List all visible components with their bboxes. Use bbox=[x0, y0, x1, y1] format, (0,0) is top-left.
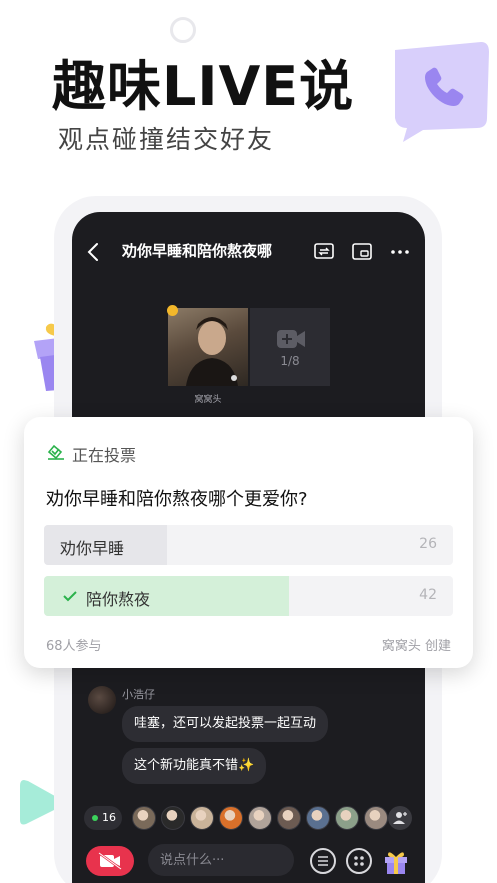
poll-option-votes: 26 bbox=[419, 536, 437, 552]
menu-button[interactable] bbox=[310, 848, 336, 874]
audience-avatar[interactable] bbox=[190, 806, 214, 830]
host-video-seat[interactable] bbox=[168, 308, 248, 386]
audience-avatar[interactable] bbox=[132, 806, 156, 830]
poll-option-label: 陪你熬夜 bbox=[86, 590, 151, 609]
camera-off-button[interactable] bbox=[86, 846, 134, 876]
phone-bubble-icon bbox=[395, 42, 489, 142]
more-options-icon[interactable] bbox=[388, 240, 412, 264]
poll-status: 正在投票 bbox=[46, 441, 136, 465]
audience-avatar[interactable] bbox=[248, 806, 272, 830]
back-arrow-icon[interactable] bbox=[82, 238, 106, 266]
chat-message: 哇塞，还可以发起投票一起互动 bbox=[122, 706, 329, 742]
poll-option[interactable]: 劝你早睡 26 bbox=[44, 525, 453, 565]
audience-avatar[interactable] bbox=[219, 806, 243, 830]
audience-avatar[interactable] bbox=[364, 806, 388, 830]
online-dot bbox=[92, 815, 98, 821]
poll-option-votes: 42 bbox=[419, 587, 437, 603]
chat-message: 这个新功能真不错✨ bbox=[122, 748, 267, 784]
poll-option-label: 劝你早睡 bbox=[60, 539, 125, 558]
minimize-window-icon[interactable] bbox=[350, 240, 374, 264]
host-seat-name: 窝窝头 bbox=[194, 395, 222, 405]
empty-seat[interactable]: 1/8 bbox=[250, 308, 330, 386]
room-title: 劝你早睡和陪你熬夜哪 bbox=[122, 242, 273, 260]
poll-card: 正在投票 劝你早睡和陪你熬夜哪个更爱你? 劝你早睡 26 陪你熬夜 42 68人… bbox=[24, 417, 473, 668]
poll-participants: 68人参与 bbox=[46, 639, 102, 654]
chat-user-avatar[interactable] bbox=[88, 686, 116, 714]
gift-button-icon[interactable] bbox=[382, 847, 410, 875]
chat-input[interactable] bbox=[148, 844, 294, 876]
vote-icon bbox=[47, 444, 64, 460]
poll-option-fill bbox=[44, 576, 290, 616]
grid-dots-icon bbox=[354, 856, 364, 866]
online-count: 16 bbox=[102, 811, 116, 824]
apps-button[interactable] bbox=[346, 848, 372, 874]
promo-subline: 观点碰撞结交好友 bbox=[58, 125, 275, 154]
switch-screen-icon[interactable] bbox=[312, 240, 336, 264]
poll-option-selected[interactable]: 陪你熬夜 42 bbox=[44, 576, 453, 616]
host-badge-dot bbox=[167, 305, 178, 316]
promo-headline: 趣味LIVE说 bbox=[52, 55, 355, 118]
poll-status-text: 正在投票 bbox=[72, 446, 137, 465]
decor-circle bbox=[170, 17, 196, 43]
camera-off-icon bbox=[98, 852, 122, 870]
poll-creator: 窝窝头 创建 bbox=[381, 639, 451, 654]
chat-user-name: 小浩仔 bbox=[122, 688, 155, 701]
invite-user-button[interactable] bbox=[388, 806, 412, 830]
audience-avatar[interactable] bbox=[277, 806, 301, 830]
seat-count: 1/8 bbox=[280, 354, 300, 368]
room-top-bar: 劝你早睡和陪你熬夜哪 bbox=[72, 234, 425, 270]
audience-avatar[interactable] bbox=[335, 806, 359, 830]
add-user-icon bbox=[393, 812, 407, 824]
poll-question: 劝你早睡和陪你熬夜哪个更爱你? bbox=[46, 489, 308, 510]
check-icon bbox=[63, 591, 77, 602]
audience-avatar[interactable] bbox=[161, 806, 185, 830]
list-menu-icon bbox=[318, 856, 328, 866]
host-video-feed bbox=[186, 317, 238, 386]
add-video-icon bbox=[277, 330, 305, 348]
audience-avatar[interactable] bbox=[306, 806, 330, 830]
online-count-pill[interactable]: 16 bbox=[84, 806, 122, 830]
